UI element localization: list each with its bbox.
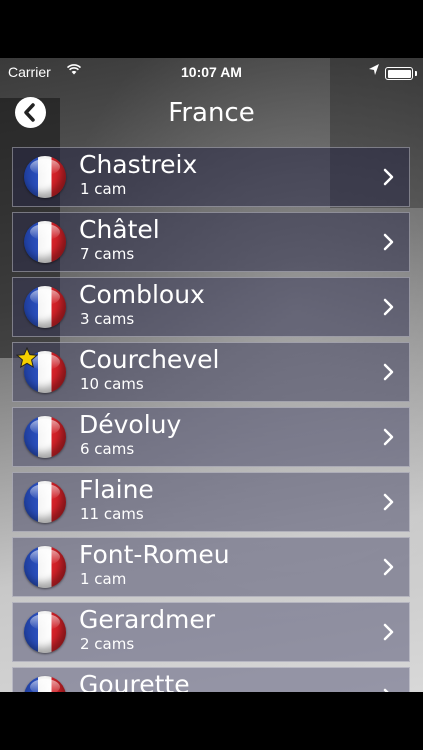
- location-icon: [368, 63, 380, 80]
- cam-count: 10 cams: [80, 375, 144, 393]
- cam-count: 3 cams: [80, 310, 135, 328]
- resort-name: Flaine: [79, 475, 154, 504]
- page-title: France: [168, 98, 255, 128]
- resort-row[interactable]: Font-Romeu 1 cam: [12, 537, 410, 597]
- cam-count: 6 cams: [80, 440, 135, 458]
- cam-count: 1 cam: [80, 570, 127, 588]
- battery-icon: [385, 67, 417, 80]
- cam-count: 1 cam: [80, 180, 127, 198]
- chevron-right-icon: [383, 168, 395, 190]
- france-flag-icon: [24, 156, 66, 198]
- resort-row[interactable]: Gourette: [12, 667, 410, 692]
- resort-row[interactable]: Flaine 11 cams: [12, 472, 410, 532]
- chevron-right-icon: [383, 363, 395, 385]
- france-flag-icon: [24, 611, 66, 653]
- france-flag-icon: [24, 481, 66, 523]
- resort-name: Gourette: [79, 670, 190, 692]
- resort-name: Dévoluy: [79, 410, 182, 439]
- resort-row[interactable]: Gerardmer 2 cams: [12, 602, 410, 662]
- chevron-right-icon: [383, 623, 395, 645]
- star-icon: [15, 346, 39, 372]
- france-flag-icon: [24, 676, 66, 692]
- france-flag-icon: [24, 221, 66, 263]
- chevron-right-icon: [383, 233, 395, 255]
- resort-name: Gerardmer: [79, 605, 216, 634]
- resort-row[interactable]: Combloux 3 cams: [12, 277, 410, 337]
- resort-row[interactable]: Chastreix 1 cam: [12, 147, 410, 207]
- resort-name: Chastreix: [79, 150, 198, 179]
- clock: 10:07 AM: [181, 64, 242, 80]
- france-flag-icon: [24, 546, 66, 588]
- cam-count: 2 cams: [80, 635, 135, 653]
- resort-row[interactable]: Dévoluy 6 cams: [12, 407, 410, 467]
- chevron-right-icon: [383, 558, 395, 580]
- cam-count: 7 cams: [80, 245, 135, 263]
- resort-row[interactable]: Courchevel 10 cams: [12, 342, 410, 402]
- resort-name: Combloux: [79, 280, 205, 309]
- france-flag-icon: [24, 416, 66, 458]
- france-flag-icon: [24, 286, 66, 328]
- screen: Carrier 10:07 AM France Chastreix 1 cam Ch…: [0, 58, 423, 692]
- resort-list: Chastreix 1 cam Châtel 7 cams Combloux 3 cams…: [12, 147, 410, 692]
- resort-row[interactable]: Châtel 7 cams: [12, 212, 410, 272]
- resort-name: Courchevel: [79, 345, 220, 374]
- resort-name: Châtel: [79, 215, 160, 244]
- chevron-right-icon: [383, 428, 395, 450]
- resort-name: Font-Romeu: [79, 540, 230, 569]
- nav-bar: France: [0, 86, 423, 144]
- status-bar: Carrier 10:07 AM: [0, 58, 423, 86]
- chevron-right-icon: [383, 688, 395, 692]
- cam-count: 11 cams: [80, 505, 144, 523]
- chevron-right-icon: [383, 493, 395, 515]
- chevron-right-icon: [383, 298, 395, 320]
